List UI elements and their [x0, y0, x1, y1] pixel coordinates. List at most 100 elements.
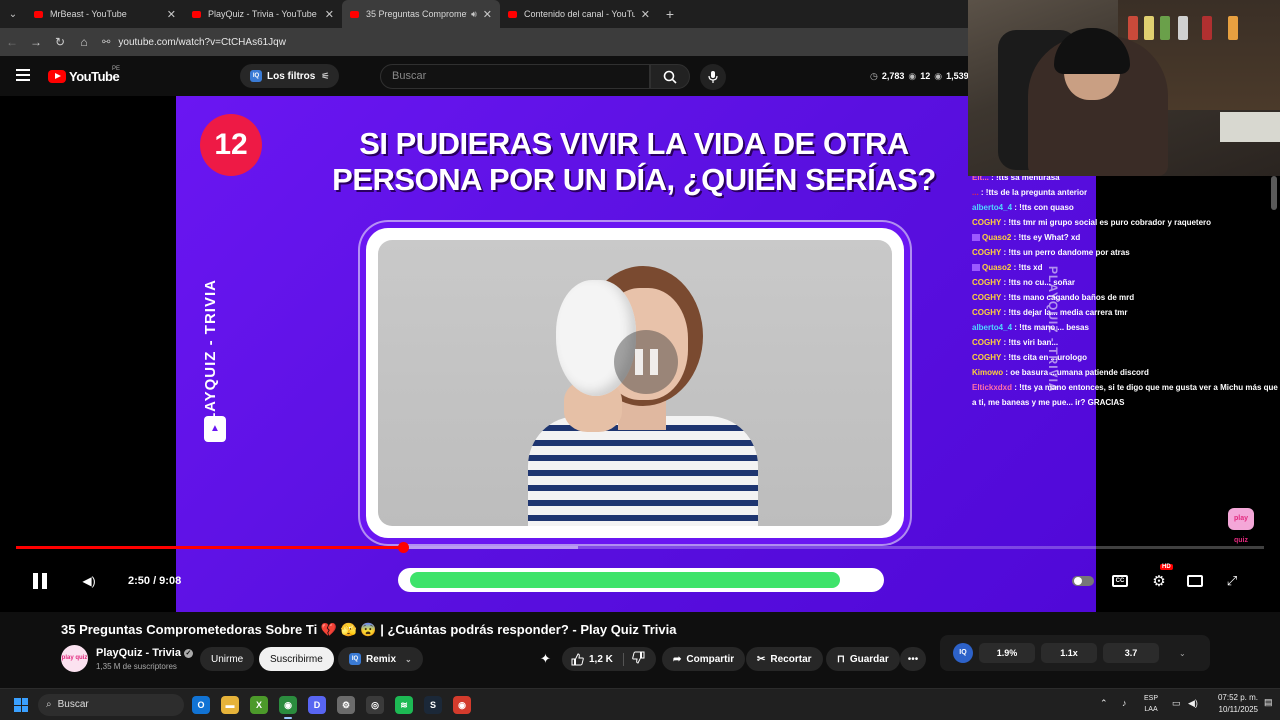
- file-explorer-icon[interactable]: ▬: [221, 696, 239, 714]
- taskbar-search[interactable]: ⌕ Buscar: [38, 694, 184, 716]
- stream-chat-overlay: Elt... : !tts sa mentirasa... : !tts de …: [972, 170, 1278, 410]
- back-icon[interactable]: ←: [0, 35, 24, 49]
- play-pause-button[interactable]: [30, 570, 50, 592]
- home-icon[interactable]: ⌂: [72, 35, 96, 49]
- theater-mode-button[interactable]: [1187, 575, 1203, 587]
- join-button[interactable]: Unirme: [200, 647, 255, 671]
- chat-text: : !tts con quaso: [1014, 203, 1074, 212]
- menu-icon[interactable]: [16, 69, 30, 81]
- page-scrollbar[interactable]: [1271, 176, 1277, 210]
- chat-username: alberto4_4: [972, 203, 1013, 212]
- lang-line-1: ESP: [1144, 695, 1159, 702]
- subtitles-button[interactable]: CC: [1112, 575, 1128, 587]
- forward-icon[interactable]: →: [24, 35, 48, 49]
- autoplay-toggle[interactable]: [1072, 576, 1094, 586]
- browser-tab[interactable]: 35 Preguntas Comprometedoras Sobre Ti 🔊︎ ✕: [342, 0, 500, 28]
- chat-text: : !tts cita en ...urologo: [1003, 353, 1087, 362]
- voice-search-button[interactable]: [700, 64, 726, 90]
- remix-label: Remix: [366, 653, 397, 665]
- share-icon: ➦: [673, 653, 682, 665]
- youtube-logo[interactable]: YouTube PE: [48, 66, 121, 84]
- played-bar: [16, 546, 403, 549]
- spotify-icon[interactable]: ≋: [395, 696, 413, 714]
- progress-bar[interactable]: [16, 542, 1264, 553]
- outlook-icon[interactable]: O: [192, 696, 210, 714]
- pause-overlay-icon[interactable]: [614, 330, 678, 394]
- save-button[interactable]: ⊓ Guardar: [826, 647, 900, 671]
- xbox-icon[interactable]: X: [250, 696, 268, 714]
- network-icon[interactable]: ▭: [1172, 698, 1181, 709]
- clock-icon: ◷: [870, 71, 878, 81]
- clip-button[interactable]: ✂ Recortar: [746, 647, 823, 671]
- search-input[interactable]: Buscar: [380, 64, 650, 89]
- settings-icon[interactable]: ⚙: [337, 696, 355, 714]
- like-button[interactable]: 1,2 K: [562, 652, 624, 666]
- more-actions-button[interactable]: •••: [900, 647, 926, 671]
- close-tab-icon[interactable]: ✕: [641, 8, 650, 21]
- chrome-icon-2[interactable]: ◉: [453, 696, 471, 714]
- youtube-play-icon: [48, 70, 66, 83]
- subscriber-count: 1,35 M de suscriptores: [96, 662, 177, 671]
- fullscreen-icon[interactable]: ⤢: [1224, 570, 1240, 592]
- dislike-button[interactable]: [624, 651, 645, 667]
- tray-chevron-icon[interactable]: ⌃: [1100, 698, 1108, 709]
- close-tab-icon[interactable]: ✕: [167, 8, 176, 21]
- chat-message: ... : !tts de la pregunta anterior: [972, 185, 1278, 200]
- discord-icon[interactable]: D: [308, 696, 326, 714]
- steam-icon[interactable]: S: [424, 696, 442, 714]
- iq-expand-chevron-icon[interactable]: ⌄: [1179, 649, 1186, 658]
- microphone-icon: [708, 71, 718, 83]
- chat-text: : oe basura ...umana patiende discord: [1005, 368, 1149, 377]
- channel-avatar[interactable]: play quiz: [61, 645, 88, 672]
- volume-icon[interactable]: ◀): [80, 570, 98, 592]
- chrome-icon[interactable]: ◉: [279, 696, 297, 719]
- language-indicator[interactable]: ESP LAA: [1144, 693, 1158, 715]
- stat-3: 1,539: [946, 71, 969, 81]
- thumbs-up-icon: [571, 652, 584, 665]
- stat-2: 12: [920, 71, 931, 81]
- like-count: 1,2 K: [589, 653, 613, 665]
- share-label: Compartir: [686, 653, 735, 665]
- browser-tab[interactable]: PlayQuiz - Trivia - YouTube ✕: [184, 0, 342, 28]
- scrubber-handle[interactable]: [397, 542, 409, 553]
- save-label: Guardar: [849, 653, 889, 665]
- settings-gear-icon[interactable]: ⚙: [1150, 570, 1168, 592]
- windows-start-icon[interactable]: [14, 698, 28, 712]
- iq-stat-2: 1.1x: [1041, 643, 1097, 663]
- chat-username: COGHY: [972, 248, 1002, 257]
- chat-username: Eltickxdxd: [972, 383, 1013, 392]
- new-tab-button[interactable]: +: [658, 6, 682, 22]
- microphone-tray-icon[interactable]: ♪: [1122, 698, 1127, 708]
- taskbar-search-label: Buscar: [57, 699, 89, 710]
- system-clock[interactable]: 07:52 p. m. 10/11/2025: [1204, 692, 1258, 716]
- share-button[interactable]: ➦ Compartir: [662, 647, 746, 671]
- subscribe-button[interactable]: Suscribirme: [259, 647, 334, 671]
- close-tab-icon[interactable]: ✕: [483, 8, 492, 21]
- hd-badge: HD: [1160, 564, 1173, 570]
- site-info-icon[interactable]: ⚯: [102, 37, 110, 48]
- browser-tab[interactable]: MrBeast - YouTube ✕: [26, 0, 184, 28]
- channel-name[interactable]: PlayQuiz - Trivia ✓: [96, 647, 193, 659]
- browser-tab[interactable]: Contenido del canal - YouTube Studio ✕: [500, 0, 658, 28]
- reload-icon[interactable]: ↻: [48, 35, 72, 49]
- notification-icon[interactable]: ▤: [1264, 697, 1273, 708]
- chat-message: alberto4_4 : !tts con quaso: [972, 200, 1278, 215]
- volume-tray-icon[interactable]: ◀): [1188, 698, 1198, 709]
- audio-playing-icon[interactable]: 🔊︎: [471, 9, 477, 20]
- chat-username: COGHY: [972, 308, 1002, 317]
- chat-username: COGHY: [972, 353, 1002, 362]
- close-tab-icon[interactable]: ✕: [325, 8, 334, 21]
- clock-time: 07:52 p. m.: [1217, 693, 1258, 702]
- magic-wand-icon[interactable]: ✦: [540, 651, 551, 667]
- filters-button[interactable]: IQ Los filtros ⚟: [240, 64, 340, 88]
- tab-search-chevron-icon[interactable]: ⌄: [0, 0, 26, 28]
- region-code: PE: [112, 66, 121, 72]
- chat-message: Kimowo : oe basura ...umana patiende dis…: [972, 365, 1278, 380]
- search-button[interactable]: [650, 64, 690, 89]
- chat-text: : !tts mano ... besas: [1014, 323, 1089, 332]
- obs-icon[interactable]: ◎: [366, 696, 384, 714]
- url-field[interactable]: ⚯ youtube.com/watch?v=CtCHAs61Jqw: [102, 31, 286, 53]
- remix-button[interactable]: IQ Remix ⌄: [338, 647, 423, 671]
- lang-line-2: LAA: [1144, 706, 1158, 713]
- iq-logo-icon[interactable]: IQ: [953, 643, 973, 663]
